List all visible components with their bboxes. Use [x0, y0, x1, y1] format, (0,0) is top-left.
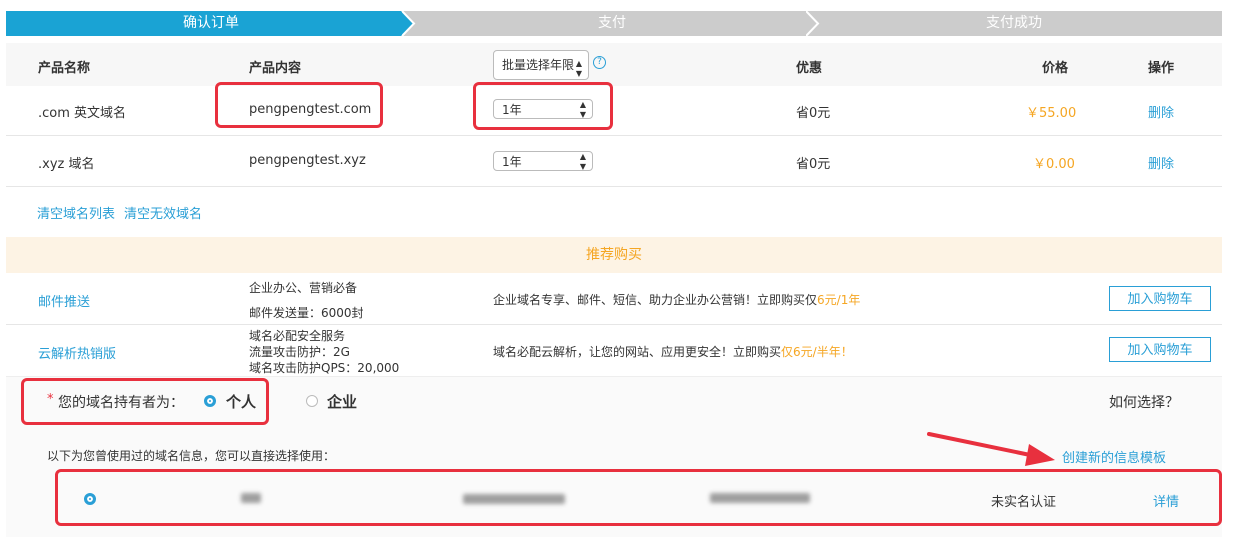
table-header — [6, 43, 1222, 86]
select-arrows-icon: ▲ ▼ — [579, 152, 586, 171]
row-product-name: .xyz 域名 — [38, 157, 95, 172]
row-delete-link[interactable]: 删除 — [1148, 102, 1174, 121]
row-year-select-value: 1年 — [502, 155, 522, 169]
header-discount: 优惠 — [796, 61, 823, 76]
add-to-cart-button[interactable]: 加入购物车 — [1109, 286, 1211, 311]
row-price: ￥55.00 — [1026, 106, 1077, 121]
create-template-link[interactable]: 创建新的信息模板 — [1062, 447, 1166, 466]
select-arrows-icon: ▲ ▼ — [575, 59, 582, 78]
header-product-content: 产品内容 — [249, 61, 302, 76]
highlight-box-domain — [215, 82, 383, 128]
step-payment: 支付 — [402, 11, 822, 36]
clear-domain-list-link[interactable]: 清空域名列表 — [37, 203, 115, 222]
help-icon[interactable]: ? — [593, 56, 606, 69]
holder-company-radio[interactable] — [306, 395, 318, 407]
row-delete-link[interactable]: 删除 — [1148, 153, 1174, 172]
row-price: ￥0.00 — [1033, 157, 1075, 172]
arrow-annotation-icon — [927, 432, 1055, 466]
used-info-hint: 以下为您曾使用过的域名信息，您可以直接选择使用： — [47, 449, 336, 463]
step-label: 支付 — [598, 15, 626, 31]
batch-year-select-label: 批量选择年限 — [502, 58, 575, 72]
recommend-desc-line: 域名攻击防护QPS：20,000 — [249, 361, 400, 375]
recommend-title: 推荐购买 — [6, 237, 1222, 273]
row-divider — [6, 135, 1222, 136]
header-price: 价格 — [1042, 61, 1069, 76]
recommend-desc-line: 流量攻击防护：2G — [249, 345, 350, 359]
recommend-promo-highlight: 6元/1年 — [817, 293, 861, 307]
recommend-desc-line: 邮件发送量：6000封 — [249, 306, 364, 320]
row-divider — [6, 324, 1222, 325]
row-divider — [6, 186, 1222, 187]
highlight-box-template — [55, 469, 1222, 526]
recommend-desc-line: 域名必配安全服务 — [249, 329, 346, 343]
step-label: 支付成功 — [986, 15, 1042, 31]
row-discount: 省0元 — [796, 157, 831, 172]
step-confirm-order: 确认订单 — [6, 11, 416, 36]
add-to-cart-button[interactable]: 加入购物车 — [1109, 337, 1211, 362]
recommend-promo-text: 企业域名专享、邮件、短信、助力企业办公营销！立即购买仅 — [493, 293, 818, 307]
batch-year-select[interactable]: 批量选择年限 ▲ ▼ — [493, 50, 589, 80]
row-year-select[interactable]: 1年 ▲ ▼ — [493, 151, 593, 171]
highlight-box-years — [473, 82, 613, 130]
step-payment-success: 支付成功 — [806, 11, 1222, 36]
row-product-name: .com 英文域名 — [38, 106, 127, 121]
row-discount: 省0元 — [796, 106, 831, 121]
recommend-item-cloud-dns[interactable]: 云解析热销版 — [38, 343, 116, 362]
row-product-content: pengpengtest.xyz — [249, 153, 366, 168]
recommend-promo: 域名必配云解析，让您的网站、应用更安全！立即购买仅6元/半年！ — [493, 343, 853, 360]
recommend-desc-line: 企业办公、营销必备 — [249, 281, 358, 295]
header-product-name: 产品名称 — [38, 61, 91, 76]
how-to-choose-link[interactable]: 如何选择？ — [1109, 392, 1179, 412]
highlight-box-holder — [21, 378, 269, 425]
recommend-promo-highlight: 仅6元/半年！ — [781, 345, 853, 359]
recommend-promo-text: 域名必配云解析，让您的网站、应用更安全！立即购买 — [493, 345, 782, 359]
order-steps: 确认订单 支付 支付成功 — [6, 11, 1222, 36]
step-label: 确认订单 — [183, 15, 239, 31]
recommend-item-email-push[interactable]: 邮件推送 — [38, 291, 90, 310]
clear-invalid-domains-link[interactable]: 清空无效域名 — [124, 203, 202, 222]
holder-company-label[interactable]: 企业 — [327, 391, 357, 412]
header-action: 操作 — [1148, 61, 1175, 76]
recommend-promo: 企业域名专享、邮件、短信、助力企业办公营销！立即购买仅6元/1年 — [493, 291, 860, 308]
